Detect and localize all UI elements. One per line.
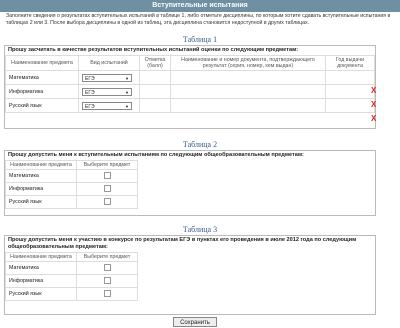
remove-row-icon[interactable]: X [371,100,376,109]
subject-checkbox[interactable] [103,197,111,205]
score-cell[interactable] [139,84,171,99]
table-row: Русский язык [5,195,138,209]
table-row: Математика [5,169,138,183]
document-cell[interactable] [170,84,326,99]
score-cell[interactable] [139,70,171,85]
document-cell[interactable] [170,70,326,85]
subject-checkbox[interactable] [103,263,111,271]
table-row: Математика ЕГЭ ▼ [5,70,375,85]
score-cell[interactable] [139,98,171,113]
save-button[interactable]: Сохранить [173,317,217,327]
col-year: Год выдачи документа [325,55,375,71]
remove-row-icon[interactable]: X [371,86,376,95]
subject-label: Русский язык [5,195,77,209]
table-row: Математика [5,261,138,275]
intro-text: Заполните сведения о результатах вступит… [6,13,391,26]
exam-subjects-table: Наименование предмета Выберите предмет М… [5,160,138,209]
table-row: Информатика ЕГЭ ▼ [5,84,375,99]
table3-title: Прошу допустить меня к участию в конкурс… [8,237,357,250]
subject-label: Русский язык [5,98,79,113]
col-subject: Наименование предмета [5,252,77,262]
table1-caption: Таблица 1 [182,35,218,44]
ege-subjects-table: Наименование предмета Выберите предмет М… [5,252,138,301]
col-document: Наименование и номер документа, подтверж… [170,55,326,71]
col-choose: Выберите предмет [76,160,138,170]
subject-checkbox[interactable] [103,171,111,179]
table2-box: Прошу допустить меня к вступительным исп… [4,150,376,216]
col-subject: Наименование предмета [5,160,77,170]
subject-label: Математика [5,169,77,183]
table3-box: Прошу допустить меня к участию в конкурс… [4,235,376,315]
year-cell[interactable] [325,98,375,113]
col-choose: Выберите предмет [76,252,138,262]
table1-box: Прошу засчитать в качестве результатов в… [4,45,376,129]
table3-caption: Таблица 3 [182,225,218,234]
exam-type-select[interactable]: ЕГЭ ▼ [82,87,132,96]
exam-type-select[interactable]: ЕГЭ ▼ [82,101,132,110]
table-row: Русский язык ЕГЭ ▼ [5,98,375,113]
subject-label: Русский язык [5,287,77,301]
results-table: Наименование предмета Вид испытаний Отме… [5,55,375,113]
subject-checkbox[interactable] [103,276,111,284]
table1-title: Прошу засчитать в качестве результатов в… [8,47,299,53]
table-row: Информатика [5,182,138,196]
remove-row-icon[interactable]: X [371,114,376,123]
year-cell[interactable] [325,84,375,99]
year-cell[interactable] [325,70,375,85]
dropdown-arrow-icon: ▼ [125,103,129,109]
dropdown-arrow-icon: ▼ [125,89,129,95]
subject-checkbox[interactable] [103,289,111,297]
dropdown-arrow-icon: ▼ [125,75,129,81]
table-row: Информатика [5,274,138,288]
subject-label: Математика [5,261,77,275]
table2-title: Прошу допустить меня к вступительным исп… [8,152,304,158]
document-cell[interactable] [170,98,326,113]
subject-label: Информатика [5,182,77,196]
table-row: Русский язык [5,287,138,301]
col-score: Отметка (балл) [139,55,171,71]
section-header: Вступительные испытания [0,0,400,12]
subject-label: Информатика [5,274,77,288]
col-type: Вид испытаний [78,55,140,71]
subject-label: Информатика [5,84,79,99]
col-subject: Наименование предмета [5,55,79,71]
subject-label: Математика [5,70,79,85]
table2-caption: Таблица 2 [182,140,218,149]
subject-checkbox[interactable] [103,184,111,192]
exam-type-select[interactable]: ЕГЭ ▼ [82,73,132,82]
